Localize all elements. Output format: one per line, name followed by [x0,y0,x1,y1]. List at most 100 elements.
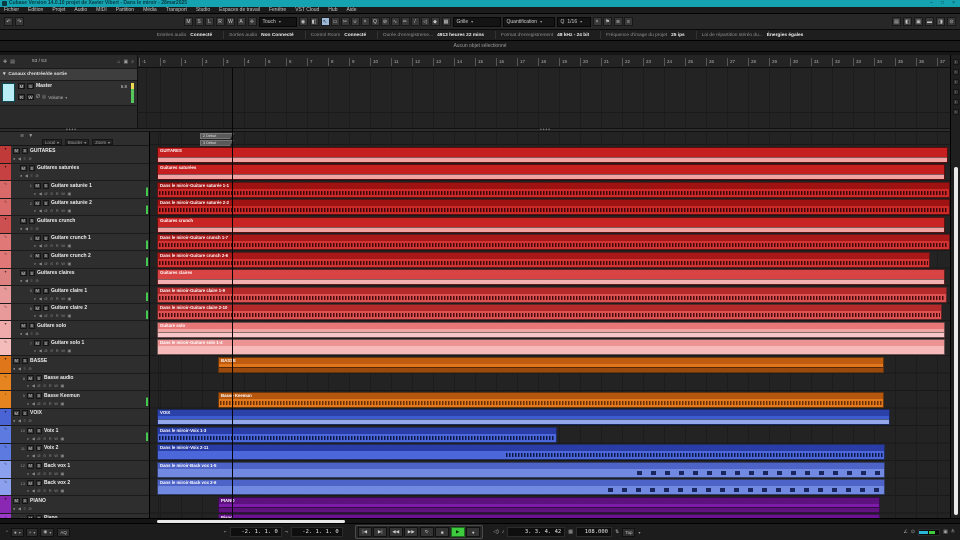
channel-icon[interactable]: ◎ [42,94,46,100]
track-voix[interactable]: ▾MSVOIX●◀≡⊘ [0,409,150,427]
search-icon[interactable]: ⌕ [131,59,134,65]
monitor-icon[interactable]: ◀ [18,506,21,512]
edit-channel-icon[interactable]: ≡ [31,278,33,284]
status-control-room[interactable]: Control RoomConnecté [305,31,371,39]
tap-tempo-button[interactable]: Tap [622,528,635,537]
project-cursor[interactable] [232,68,233,518]
mute-button[interactable]: M [13,358,20,364]
solo-button[interactable]: S [43,183,50,189]
edit-channel-icon[interactable]: e [27,401,29,407]
track-list-menu-boucler[interactable]: Boucler▾ [65,139,89,145]
global-automation-w[interactable]: W [226,17,235,26]
monitor-icon[interactable]: ◀ [18,156,21,162]
mute-button[interactable]: M [20,218,27,224]
mute-button[interactable]: M [34,253,41,259]
timeline-ruler[interactable]: -101234567891011121314151617181920212223… [138,55,950,68]
vertical-scrollbar[interactable] [954,167,958,515]
track-guitare-crunch-2[interactable]: ∿4MSGuitare crunch 2e◀Ø⊙RW▣ [0,251,150,269]
track-voix-1[interactable]: ∿10MSVoix 1e◀Ø⊙RW▣ [0,426,150,444]
write-automation-icon[interactable]: W [54,488,58,494]
solo-button[interactable]: S [29,165,36,171]
bypass-inserts-icon[interactable]: ⊘ [28,418,31,424]
phase-icon[interactable]: Ø [37,488,40,494]
quantize-value-select[interactable]: Q1/16▾ [557,17,591,27]
input-gain-icon[interactable]: ⊙ [50,296,53,302]
bypass-inserts-icon[interactable]: ⊘ [35,278,38,284]
phase-icon[interactable]: Ø [37,471,40,477]
phase-icon[interactable]: Ø [44,243,47,249]
track-color-tab[interactable]: ▾ [0,269,11,286]
event-guitares[interactable]: GUITARES [157,147,948,163]
input-gain-icon[interactable]: ⊙ [43,488,46,494]
track-guitares-claires[interactable]: ▾MSGuitares claires●◀≡⊘ [0,269,150,287]
mute-tool-icon[interactable]: ⊘ [381,17,390,26]
glue-tool-icon[interactable]: ∪ [351,17,360,26]
bypass-inserts-icon[interactable]: ⊘ [28,156,31,162]
read-automation-button[interactable]: R [18,94,25,100]
filter-track-types-icon[interactable]: ≋ [20,133,24,139]
write-automation-button[interactable]: W [27,94,34,100]
event-basse[interactable]: BASSE [218,357,884,373]
track-color-tab[interactable]: ♪ [0,391,11,408]
track-color-tab[interactable]: ▾ [0,321,11,338]
monitor-icon[interactable]: ◀ [39,191,42,197]
draw-tool-icon[interactable]: ✏ [401,17,410,26]
event-dans-le-miroir-voix-2-11[interactable]: Dans le miroir-Voix 2-11 [157,444,885,460]
edit-channel-icon[interactable]: ≡ [24,506,26,512]
mute-button[interactable]: M [27,445,34,451]
edit-channel-icon[interactable]: ≡ [24,156,26,162]
track-guitares-crunch[interactable]: ▾MSGuitares crunch●◀≡⊘ [0,216,150,234]
edit-channel-icon[interactable]: e [34,243,36,249]
edit-channel-icon[interactable]: e [34,296,36,302]
read-automation-icon[interactable]: R [56,208,59,214]
read-automation-icon[interactable]: R [56,313,59,319]
punch-mode-select[interactable]: +▾ [26,528,39,537]
play-tool-icon[interactable]: ◁ [421,17,430,26]
auto-scroll-icon[interactable]: ◉ [299,17,308,26]
left-locator-field[interactable]: -2. 1. 1. 0 [230,527,282,537]
monitor-icon[interactable]: ◀ [39,208,42,214]
bypass-inserts-icon[interactable]: ⊘ [28,366,31,372]
time-position-display[interactable]: 3. 3. 4. 42 [507,527,565,537]
track-color-tab[interactable]: ∿ [0,234,11,251]
menu-audio[interactable]: Audio [74,7,87,14]
track-color-tab[interactable]: ∿ [0,286,11,303]
edit-channel-icon[interactable]: ≡ [31,226,33,232]
erase-tool-icon[interactable]: × [361,17,370,26]
event-dans-le-miroir-guitare-satur-e-1-1[interactable]: Dans le miroir-Guitare saturée 1-1 [157,182,950,198]
track-presets-icon[interactable]: ▤ [10,59,15,65]
solo-button[interactable]: S [43,200,50,206]
read-automation-icon[interactable]: R [56,191,59,197]
event-piano[interactable]: PIANO [218,497,880,513]
write-automation-icon[interactable]: W [61,313,65,319]
input-gain-icon[interactable]: ⊙ [50,348,53,354]
menu-dition[interactable]: Édition [28,7,43,14]
track-color-tab[interactable]: ∿ [0,181,11,198]
master-track[interactable]: M S Master 6.8 R W Ø ◎ Volume ▾ [0,81,137,106]
status-fr-quence-d-image-du-projet[interactable]: Fréquence d'image du projet25 ips [600,31,690,39]
range-selection-tool-icon[interactable]: ▭ [331,17,340,26]
status-entr-es-audio[interactable]: Entrées audioConnecté [152,31,217,39]
track-color-tab[interactable]: ∿ [0,461,11,478]
left-zone-icon[interactable]: ◧ [310,17,319,26]
menu-hub[interactable]: Hub [328,7,337,14]
write-automation-icon[interactable]: W [54,436,58,442]
event-dans-le-miroir-guitare-solo-1-4[interactable]: Dans le miroir-Guitare solo 1-4 [157,339,945,355]
mute-button[interactable]: M [13,498,20,504]
track-back-vox-1[interactable]: ∿12MSBack vox 1e◀Ø⊙RW▣ [0,461,150,479]
record-enable-icon[interactable]: ● [20,173,22,179]
write-automation-icon[interactable]: W [61,208,65,214]
mute-button[interactable]: M [34,183,41,189]
solo-button[interactable]: S [36,428,43,434]
track-basse-keemun[interactable]: ♪9MSBasse Keemune◀Ø⊙RW▣ [0,391,150,409]
right-locator-field[interactable]: -2. 1. 1. 0 [291,527,343,537]
time-warp-tool-icon[interactable]: ∿ [391,17,400,26]
solo-button[interactable]: S [22,358,29,364]
freeze-icon[interactable]: ▣ [60,401,64,407]
deactivate-mutes-icon[interactable]: × [593,17,602,26]
time-format-icon[interactable]: ▦ [568,529,573,535]
audio-click-icon[interactable]: ◁) [493,529,499,535]
setup-window-layout-icon[interactable]: ▤ [892,17,901,26]
global-automation-r[interactable]: R [216,17,225,26]
write-automation-icon[interactable]: W [61,243,65,249]
